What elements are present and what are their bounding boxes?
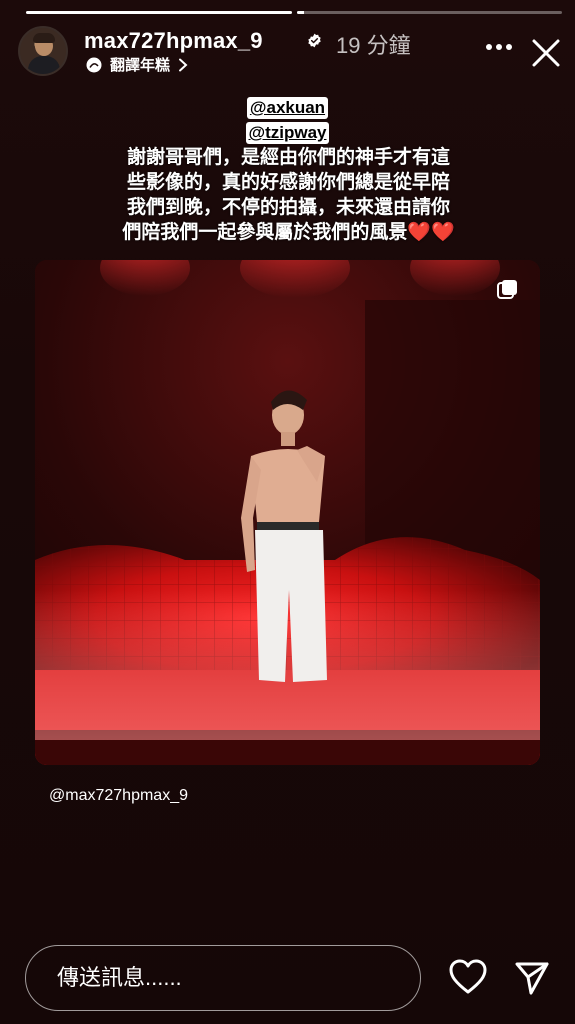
stage-photo bbox=[35, 260, 540, 765]
translate-label: 翻譯年糕 bbox=[110, 57, 171, 74]
story-viewer: max727hpmax_9 19 分鐘 翻譯年糕 @axkuan @tzipwa… bbox=[0, 0, 575, 1024]
mention-sticker[interactable]: @axkuan bbox=[246, 97, 329, 119]
carousel-icon bbox=[497, 280, 517, 299]
post-author-credit[interactable]: @max727hpmax_9 bbox=[49, 787, 188, 805]
story-caption: 謝謝哥哥們，是經由你們的神手才有這 些影像的，真的好感謝你們總是從早陪 我們到晚… bbox=[96, 145, 481, 245]
chevron-right-icon bbox=[179, 58, 188, 71]
mention-sticker[interactable]: @tzipway bbox=[245, 122, 330, 144]
close-icon[interactable] bbox=[531, 38, 561, 68]
avatar[interactable] bbox=[18, 26, 68, 76]
more-horizontal-icon[interactable] bbox=[485, 42, 513, 52]
caption-line: 些影像的，真的好感謝你們總是從早陪 bbox=[126, 172, 450, 193]
hearts-emoji: ❤️❤️ bbox=[407, 222, 455, 243]
caption-line: 們陪我們一起參與屬於我們的風景❤️❤️ bbox=[122, 222, 455, 243]
story-progress bbox=[26, 11, 562, 14]
mention-stickers: @axkuan @tzipway bbox=[0, 97, 575, 147]
progress-segment bbox=[296, 11, 562, 14]
translate-link[interactable]: 翻譯年糕 bbox=[86, 54, 188, 75]
message-input[interactable]: 傳送訊息...... bbox=[25, 945, 421, 1011]
caption-line: 我們到晚，不停的拍攝，未來還由請你 bbox=[126, 197, 450, 218]
send-icon[interactable] bbox=[514, 960, 550, 996]
caption-line: 謝謝哥哥們，是經由你們的神手才有這 bbox=[126, 147, 450, 168]
heart-icon[interactable] bbox=[449, 959, 487, 995]
shared-post-image[interactable] bbox=[35, 260, 540, 765]
music-note-icon bbox=[86, 57, 102, 72]
username[interactable]: max727hpmax_9 bbox=[84, 28, 263, 54]
progress-segment bbox=[26, 11, 292, 14]
verified-badge-icon bbox=[308, 33, 321, 48]
post-timestamp: 19 分鐘 bbox=[336, 33, 411, 58]
story-header: max727hpmax_9 19 分鐘 翻譯年糕 bbox=[18, 26, 561, 82]
